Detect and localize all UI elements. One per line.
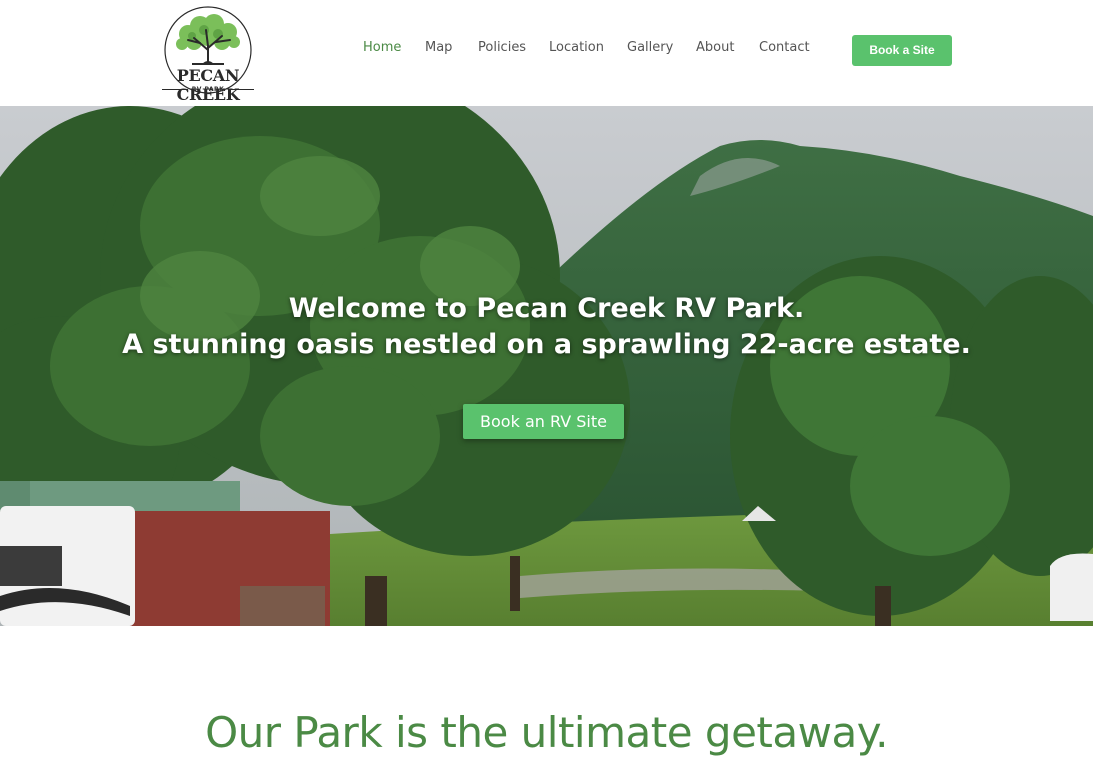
logo-name: PECAN CREEK <box>176 66 240 104</box>
book-a-site-button[interactable]: Book a Site <box>852 35 952 66</box>
section-heading: Our Park is the ultimate getaway. <box>205 708 888 757</box>
book-rv-site-button[interactable]: Book an RV Site <box>463 404 624 439</box>
hero-background-image <box>0 106 1093 626</box>
hero-banner: Welcome to Pecan Creek RV Park. A stunni… <box>0 106 1093 626</box>
nav-about[interactable]: About <box>696 40 734 55</box>
nav-gallery[interactable]: Gallery <box>627 40 673 55</box>
hero-title-line1: Welcome to Pecan Creek RV Park. <box>288 293 805 324</box>
nav-map[interactable]: Map <box>425 40 452 55</box>
nav-home[interactable]: Home <box>363 40 401 55</box>
site-logo[interactable]: PECAN CREEK RV PARK <box>148 6 270 104</box>
nav-location[interactable]: Location <box>549 40 604 55</box>
logo-subtitle: RV PARK <box>148 86 268 93</box>
nav-contact[interactable]: Contact <box>759 40 810 55</box>
hero-title-line2: A stunning oasis nestled on a sprawling … <box>122 329 971 360</box>
nav-policies[interactable]: Policies <box>478 40 526 55</box>
site-header: PECAN CREEK RV PARK Home Map Policies Lo… <box>0 0 1093 106</box>
